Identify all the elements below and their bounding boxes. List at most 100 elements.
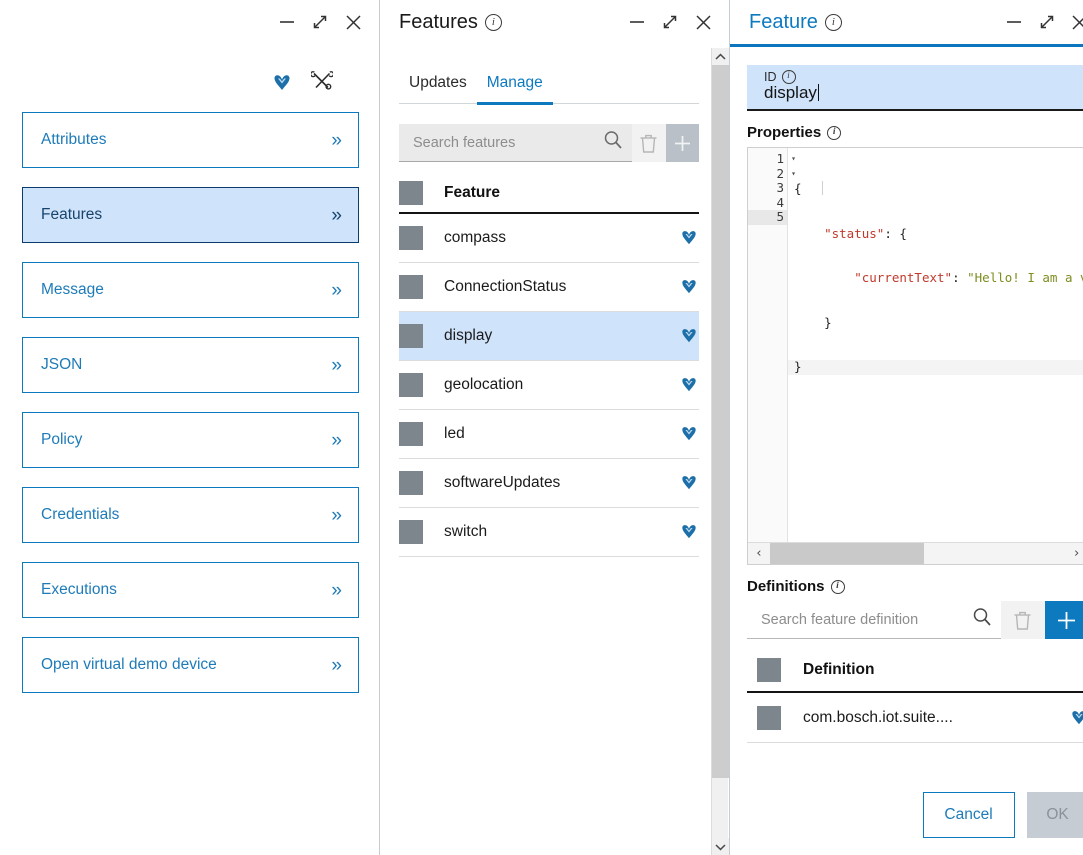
sidebar-item-policy[interactable]: Policy » — [22, 412, 359, 468]
dialog-footer: Cancel OK — [922, 792, 1083, 838]
definitions-label: Definitions — [747, 578, 825, 595]
row-thumbnail — [399, 471, 423, 495]
hscrollbar-thumb[interactable] — [770, 543, 924, 564]
column-header-feature: Feature — [444, 184, 500, 201]
code-token-status-key: "status" — [824, 225, 885, 241]
sidebar-item-open-virtual-demo-device[interactable]: Open virtual demo device » — [22, 637, 359, 693]
search-definitions-box[interactable] — [747, 601, 1001, 639]
expand-icon[interactable] — [1037, 12, 1057, 32]
scroll-right-icon[interactable]: › — [1066, 543, 1083, 564]
feature-name: softwareUpdates — [444, 474, 561, 491]
features-table-header: Feature — [399, 174, 699, 214]
chevron-right-icon: » — [331, 129, 342, 151]
search-input[interactable] — [411, 133, 602, 152]
heart-icon[interactable] — [679, 524, 699, 540]
scrollbar-thumb[interactable] — [712, 65, 729, 778]
scroll-left-icon[interactable]: ‹ — [748, 543, 770, 564]
heart-icon[interactable] — [679, 426, 699, 442]
sidebar-item-features[interactable]: Features » — [22, 187, 359, 243]
row-thumbnail — [399, 226, 423, 250]
sidebar-item-executions[interactable]: Executions » — [22, 562, 359, 618]
table-row[interactable]: led — [399, 410, 699, 459]
heart-icon[interactable] — [679, 328, 699, 344]
table-row[interactable]: compass — [399, 214, 699, 263]
table-row[interactable]: ConnectionStatus — [399, 263, 699, 312]
features-vertical-scrollbar[interactable] — [711, 48, 729, 855]
feature-name: led — [444, 425, 465, 442]
left-nav-list: Attributes » Features » Message » JSON »… — [0, 98, 379, 693]
table-row[interactable]: switch — [399, 508, 699, 557]
features-title-text: Features — [399, 10, 478, 33]
table-row[interactable]: geolocation — [399, 361, 699, 410]
properties-json-editor[interactable]: 1 ▾ 2 ▾ 3 4 5 { "status": { "currentText":… — [747, 147, 1083, 565]
heart-icon[interactable] — [1069, 710, 1083, 726]
properties-label: Properties — [747, 124, 822, 141]
chevron-right-icon: » — [331, 654, 342, 676]
heart-icon[interactable] — [679, 377, 699, 393]
sidebar-item-label: Policy — [41, 431, 83, 448]
table-row-selected[interactable]: display — [399, 312, 699, 361]
tab-updates[interactable]: Updates — [399, 68, 477, 105]
row-thumbnail — [399, 520, 423, 544]
search-icon[interactable] — [971, 606, 993, 633]
left-panel-window-controls — [0, 0, 379, 44]
features-panel-header: Features i — [380, 0, 729, 44]
sidebar-item-message[interactable]: Message » — [22, 262, 359, 318]
editor-horizontal-scrollbar[interactable]: ‹ › — [748, 542, 1083, 564]
cancel-button[interactable]: Cancel — [922, 792, 1015, 838]
close-icon[interactable] — [693, 12, 713, 32]
text-caret — [817, 84, 819, 101]
tools-icon[interactable] — [309, 70, 335, 97]
feature-detail-panel: Feature i ID i display Properties i 1 ▾ … — [730, 0, 1083, 855]
row-thumbnail — [399, 275, 423, 299]
delete-definition-button[interactable] — [1001, 601, 1045, 639]
expand-icon[interactable] — [660, 12, 680, 32]
left-panel-toolbar — [0, 68, 379, 98]
search-icon[interactable] — [602, 129, 624, 156]
definitions-label-row: Definitions i — [747, 578, 1083, 595]
properties-label-row: Properties i — [747, 124, 1083, 141]
ok-button[interactable]: OK — [1026, 792, 1083, 838]
sidebar-item-json[interactable]: JSON » — [22, 337, 359, 393]
delete-feature-button[interactable] — [632, 124, 666, 162]
add-feature-button[interactable] — [665, 124, 699, 162]
info-icon[interactable]: i — [827, 125, 842, 140]
info-icon[interactable]: i — [824, 13, 842, 31]
minimize-icon[interactable] — [1004, 12, 1024, 32]
add-definition-button[interactable] — [1044, 601, 1083, 639]
sidebar-item-credentials[interactable]: Credentials » — [22, 487, 359, 543]
search-features-box[interactable] — [399, 124, 632, 162]
table-row[interactable]: softwareUpdates — [399, 459, 699, 508]
page-title: Feature i — [749, 11, 842, 34]
line-number-active: 5 — [748, 210, 787, 225]
chevron-right-icon: » — [331, 279, 342, 301]
minimize-icon[interactable] — [277, 12, 297, 32]
minimize-icon[interactable] — [627, 12, 647, 32]
panel-accent-bar — [730, 44, 1083, 47]
expand-icon[interactable] — [310, 12, 330, 32]
close-icon[interactable] — [1070, 12, 1083, 32]
heart-icon[interactable] — [679, 279, 699, 295]
feature-id-field[interactable]: ID i display — [747, 65, 1083, 111]
sidebar-item-attributes[interactable]: Attributes » — [22, 112, 359, 168]
info-icon[interactable]: i — [830, 579, 845, 594]
heart-icon[interactable] — [679, 475, 699, 491]
feature-id-value-wrap: display — [764, 83, 819, 103]
chevron-right-icon: » — [331, 579, 342, 601]
info-icon[interactable]: i — [484, 13, 502, 31]
scroll-up-icon[interactable] — [712, 48, 729, 65]
heart-icon[interactable] — [679, 230, 699, 246]
definition-search-input[interactable] — [759, 610, 971, 629]
indent-guide — [822, 181, 823, 195]
info-icon[interactable]: i — [781, 70, 796, 84]
definition-name: com.bosch.iot.suite.... — [803, 708, 953, 726]
table-row[interactable]: com.bosch.iot.suite.... — [747, 693, 1083, 743]
feature-id-label: ID — [764, 70, 777, 84]
scroll-down-icon[interactable] — [712, 838, 729, 855]
heart-icon[interactable] — [271, 74, 293, 92]
close-icon[interactable] — [343, 12, 363, 32]
hscrollbar-track[interactable] — [770, 543, 1066, 564]
tab-manage[interactable]: Manage — [476, 68, 553, 105]
line-number-text: 4 — [776, 194, 784, 210]
editor-code-area[interactable]: { "status": { "currentText": "Hello! I a… — [788, 148, 1083, 543]
